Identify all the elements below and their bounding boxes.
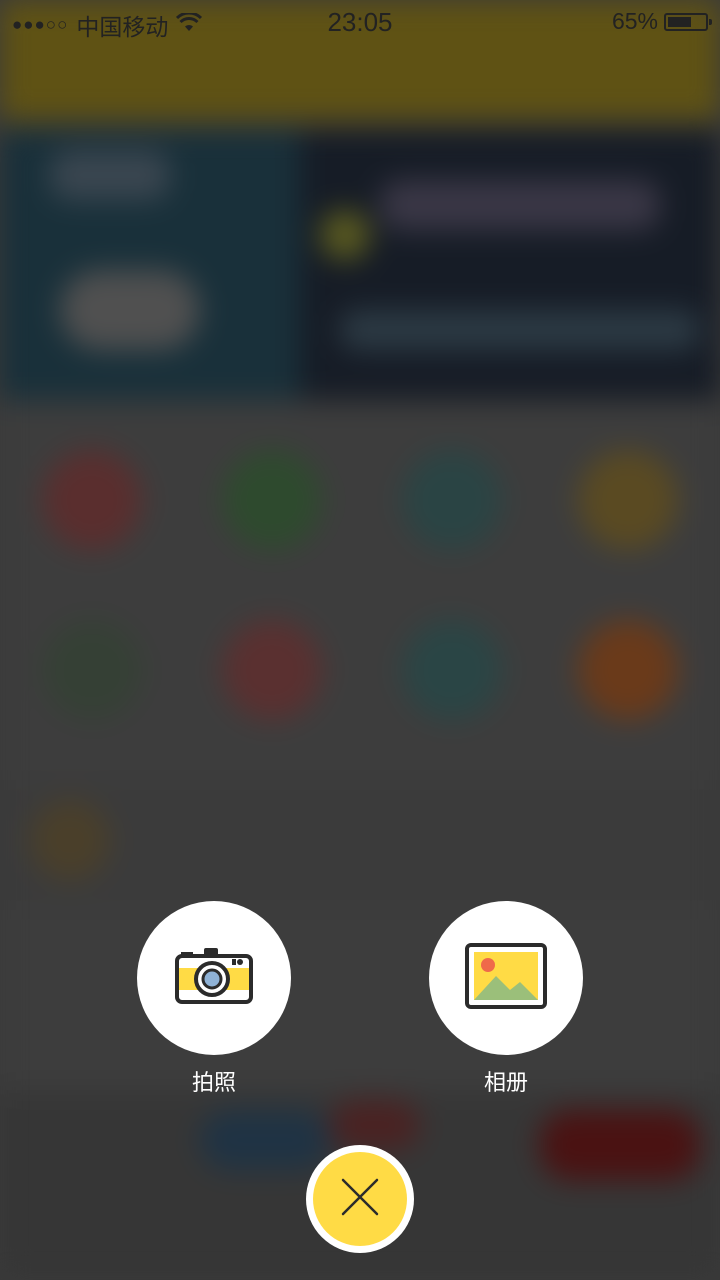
close-button-face[interactable] [313, 1152, 407, 1246]
camera-icon [174, 946, 254, 1011]
photo-album-action[interactable]: 相册 [429, 901, 583, 1097]
blurred-background [0, 0, 720, 1280]
close-button[interactable] [306, 1145, 414, 1253]
background-banner [0, 130, 720, 400]
battery-percent: 65% [611, 8, 658, 34]
background-strip [0, 780, 720, 910]
photo-album-label: 相册 [483, 1071, 528, 1096]
battery-icon [664, 12, 712, 31]
status-bar: ●●●○○ 中国移动 23:05 65% [0, 0, 720, 44]
picture-icon [464, 942, 548, 1015]
take-photo-button[interactable] [137, 901, 291, 1055]
close-icon [340, 1177, 380, 1222]
take-photo-label: 拍照 [191, 1071, 236, 1096]
take-photo-action[interactable]: 拍照 [137, 901, 291, 1097]
photo-album-button[interactable] [429, 901, 583, 1055]
